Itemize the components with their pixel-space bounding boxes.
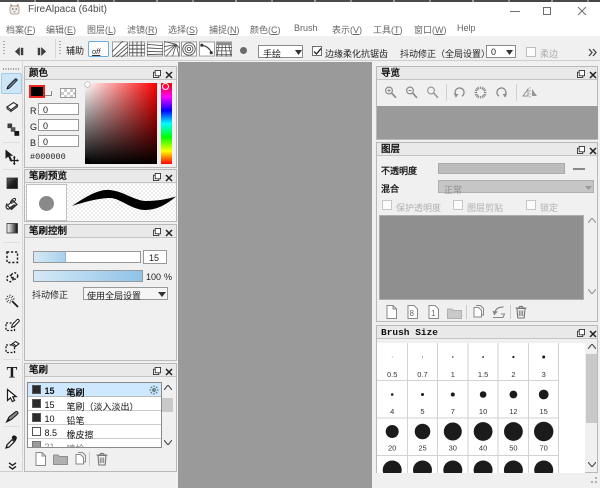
svg-text:0.5: 0.5 [387, 370, 397, 379]
svg-text:50: 50 [509, 444, 517, 453]
svg-text:40: 40 [479, 444, 487, 453]
svg-text:3: 3 [542, 370, 546, 379]
svg-text:1: 1 [431, 309, 436, 318]
svg-text:70: 70 [540, 444, 548, 453]
svg-text:2: 2 [511, 370, 515, 379]
svg-text:1: 1 [451, 370, 455, 379]
svg-text:1.5: 1.5 [478, 370, 488, 379]
svg-text:25: 25 [418, 444, 426, 453]
svg-text:20: 20 [388, 444, 396, 453]
svg-text:5: 5 [420, 407, 424, 416]
svg-text:7: 7 [451, 407, 455, 416]
svg-text:12: 12 [509, 407, 517, 416]
svg-text:30: 30 [449, 444, 457, 453]
svg-text:0.7: 0.7 [417, 370, 427, 379]
svg-text:4: 4 [390, 407, 394, 416]
svg-text:10: 10 [479, 407, 487, 416]
svg-text:15: 15 [540, 407, 548, 416]
svg-text:T: T [6, 365, 17, 381]
svg-text:8: 8 [410, 309, 415, 318]
